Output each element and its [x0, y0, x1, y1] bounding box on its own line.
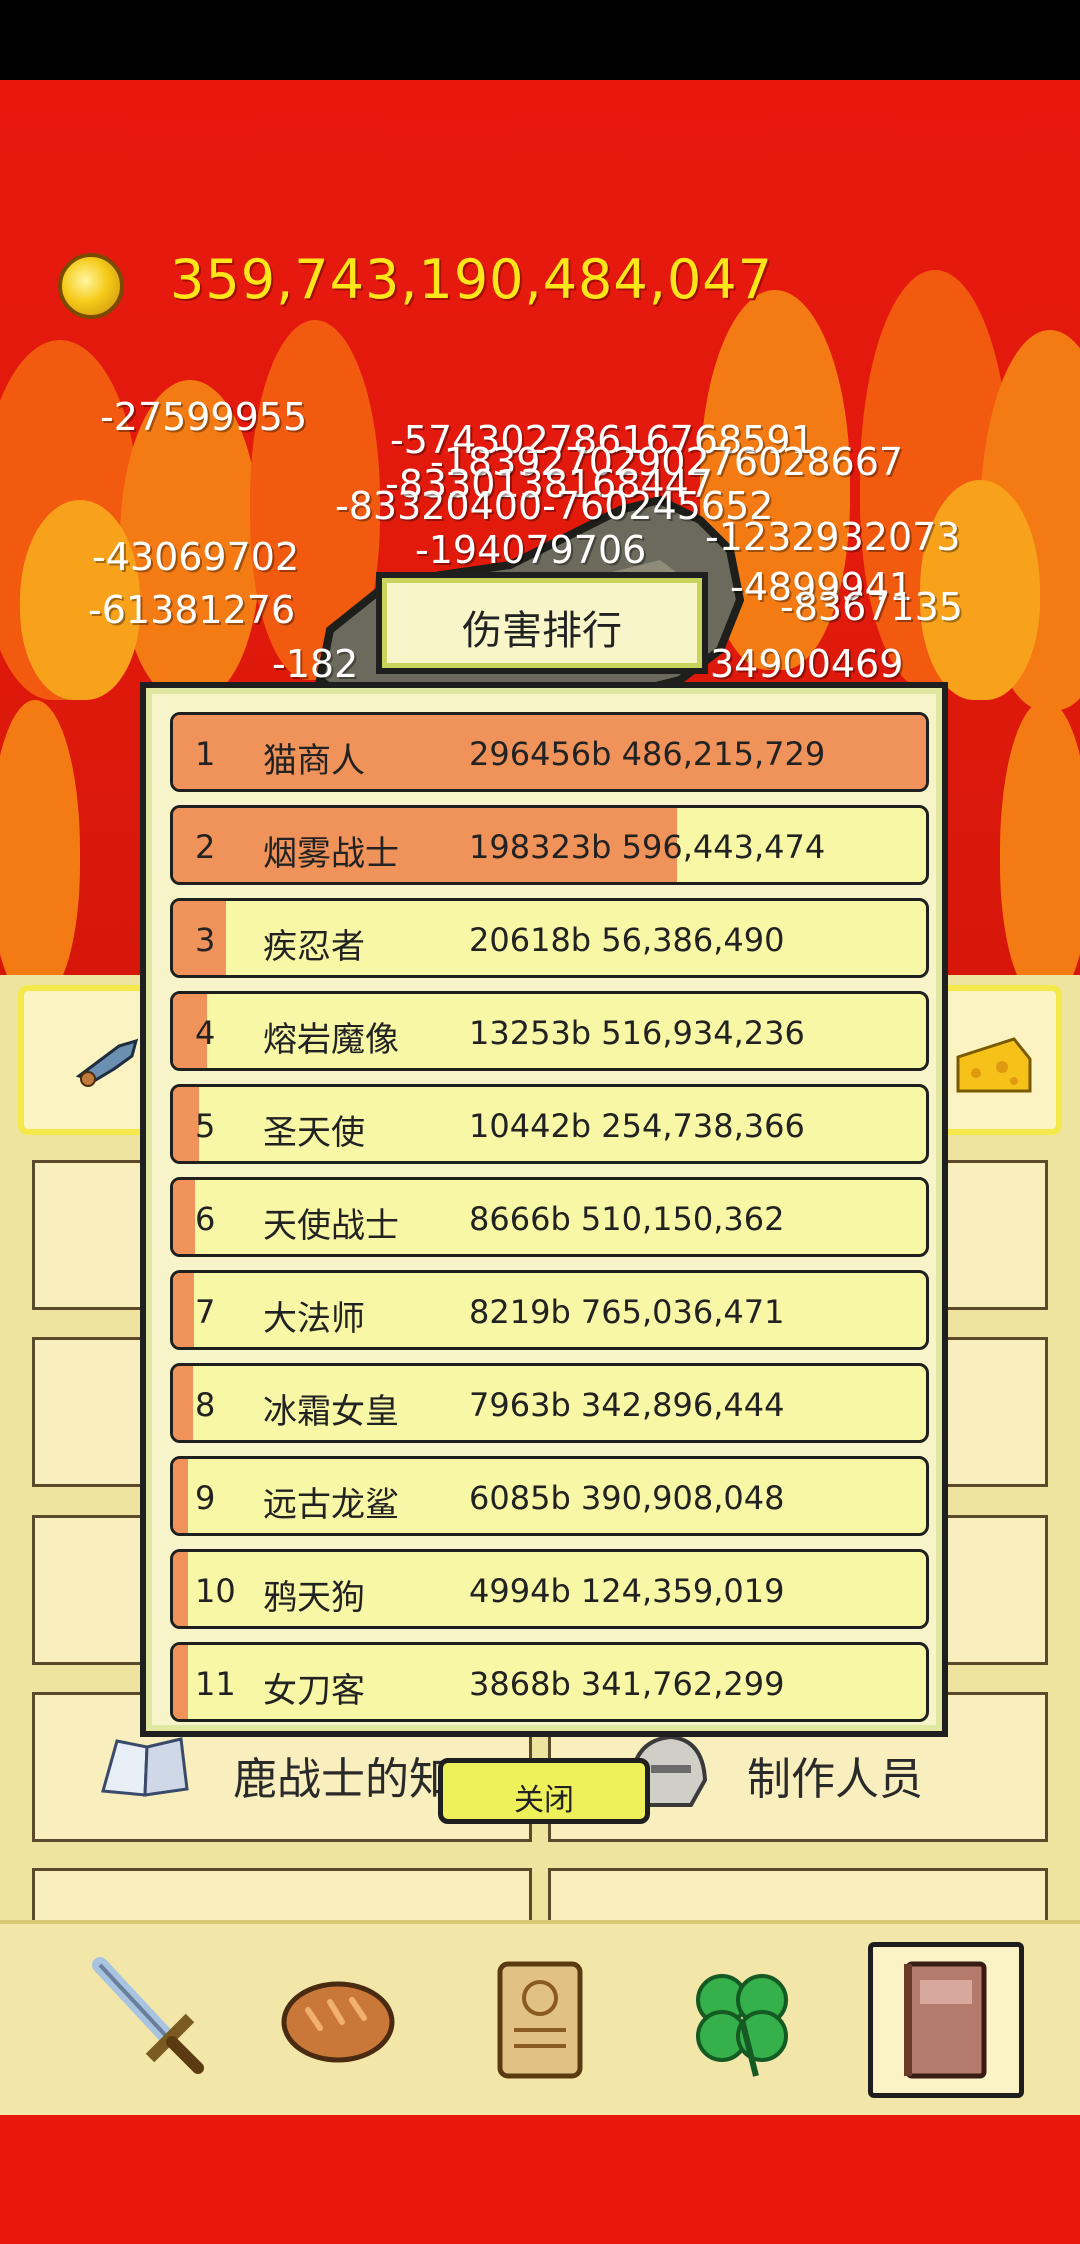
ranking-row[interactable]: 8 冰霜女皇 7963b 342,896,444: [170, 1363, 929, 1443]
ranking-row[interactable]: 7 大法师 8219b 765,036,471: [170, 1270, 929, 1350]
row-damage-value: 198323b 596,443,474: [469, 828, 826, 866]
flame-decoration: [1000, 700, 1080, 980]
damage-share-bar: [173, 1180, 195, 1254]
scroll-icon[interactable]: [470, 1950, 610, 2090]
row-hero-name: 熔岩魔像: [263, 1020, 399, 1060]
row-rank: 3: [195, 921, 216, 959]
row-damage-value: 296456b 486,215,729: [469, 735, 826, 773]
damage-popup: -61381276: [88, 588, 296, 632]
row-damage-value: 4994b 124,359,019: [469, 1572, 785, 1610]
close-button-label: 关闭: [514, 1783, 574, 1818]
row-hero-name: 烟雾战士: [263, 834, 399, 874]
row-rank: 11: [195, 1665, 236, 1703]
close-button[interactable]: 关闭: [438, 1758, 650, 1824]
row-rank: 6: [195, 1200, 216, 1238]
row-damage-value: 7963b 342,896,444: [469, 1386, 785, 1424]
row-rank: 4: [195, 1014, 216, 1052]
status-bar: [0, 0, 1080, 80]
row-hero-name: 鸦天狗: [263, 1578, 365, 1618]
ranking-row[interactable]: 11 女刀客 3868b 341,762,299: [170, 1642, 929, 1722]
row-damage-value: 8666b 510,150,362: [469, 1200, 785, 1238]
row-hero-name: 冰霜女皇: [263, 1392, 399, 1432]
ranking-row[interactable]: 5 圣天使 10442b 254,738,366: [170, 1084, 929, 1164]
row-rank: 9: [195, 1479, 216, 1517]
menu-tile[interactable]: [32, 1868, 532, 1928]
ranking-row[interactable]: 2 烟雾战士 198323b 596,443,474: [170, 805, 929, 885]
book-icon[interactable]: [876, 1950, 1016, 2090]
sword-icon[interactable]: [80, 1950, 220, 2090]
row-rank: 5: [195, 1107, 216, 1145]
menu-tile[interactable]: [548, 1868, 1048, 1928]
row-hero-name: 女刀客: [263, 1671, 365, 1711]
damage-popup: -1232932073: [705, 515, 961, 559]
ranking-row[interactable]: 9 远古龙鲨 6085b 390,908,048: [170, 1456, 929, 1536]
row-rank: 2: [195, 828, 216, 866]
ranking-title: 伤害排行: [462, 608, 622, 654]
damage-share-bar: [173, 1366, 194, 1440]
row-rank: 7: [195, 1293, 216, 1331]
damage-popup: 34900469: [710, 642, 904, 686]
flame-decoration: [0, 700, 80, 980]
row-hero-name: 猫商人: [263, 741, 365, 781]
row-rank: 8: [195, 1386, 216, 1424]
row-damage-value: 13253b 516,934,236: [469, 1014, 805, 1052]
ranking-row[interactable]: 10 鸦天狗 4994b 124,359,019: [170, 1549, 929, 1629]
ranking-row[interactable]: 6 天使战士 8666b 510,150,362: [170, 1177, 929, 1257]
credits-label: 制作人员: [747, 1754, 923, 1805]
ranking-row[interactable]: 4 熔岩魔像 13253b 516,934,236: [170, 991, 929, 1071]
row-hero-name: 大法师: [263, 1299, 365, 1339]
ranking-panel: 1 猫商人 296456b 486,215,729 2 烟雾战士 198323b 596,…: [140, 682, 948, 1737]
row-hero-name: 天使战士: [263, 1206, 399, 1246]
coin-count: 359,743,190,484,047: [170, 248, 774, 311]
cheese-icon: [956, 1037, 1032, 1093]
open-book-icon: [101, 1737, 189, 1797]
damage-popup: -27599955: [100, 395, 308, 439]
bread-icon[interactable]: [268, 1950, 408, 2090]
row-rank: 10: [195, 1572, 236, 1610]
damage-share-bar: [173, 1645, 189, 1719]
damage-popup: -182: [272, 642, 359, 686]
damage-popup: -8367135: [780, 585, 963, 629]
ranking-row[interactable]: 1 猫商人 296456b 486,215,729: [170, 712, 929, 792]
row-rank: 1: [195, 735, 216, 773]
row-damage-value: 10442b 254,738,366: [469, 1107, 805, 1145]
fish-icon: [75, 1038, 139, 1087]
row-hero-name: 疾忍者: [263, 927, 365, 967]
damage-share-bar: [173, 1552, 189, 1626]
ranking-row[interactable]: 3 疾忍者 20618b 56,386,490: [170, 898, 929, 978]
row-hero-name: 圣天使: [263, 1113, 365, 1153]
row-hero-name: 远古龙鲨: [263, 1485, 399, 1525]
damage-popup: -43069702: [92, 535, 300, 579]
clover-icon[interactable]: [672, 1950, 812, 2090]
row-damage-value: 3868b 341,762,299: [469, 1665, 785, 1703]
row-damage-value: 6085b 390,908,048: [469, 1479, 785, 1517]
ranking-title-box: 伤害排行: [376, 572, 708, 674]
damage-share-bar: [173, 1273, 195, 1347]
row-damage-value: 8219b 765,036,471: [469, 1293, 785, 1331]
coin-icon: [58, 253, 124, 319]
bottom-banner: [0, 2115, 1080, 2244]
damage-share-bar: [173, 1459, 189, 1533]
damage-popup: -194079706: [415, 528, 647, 572]
row-damage-value: 20618b 56,386,490: [469, 921, 785, 959]
